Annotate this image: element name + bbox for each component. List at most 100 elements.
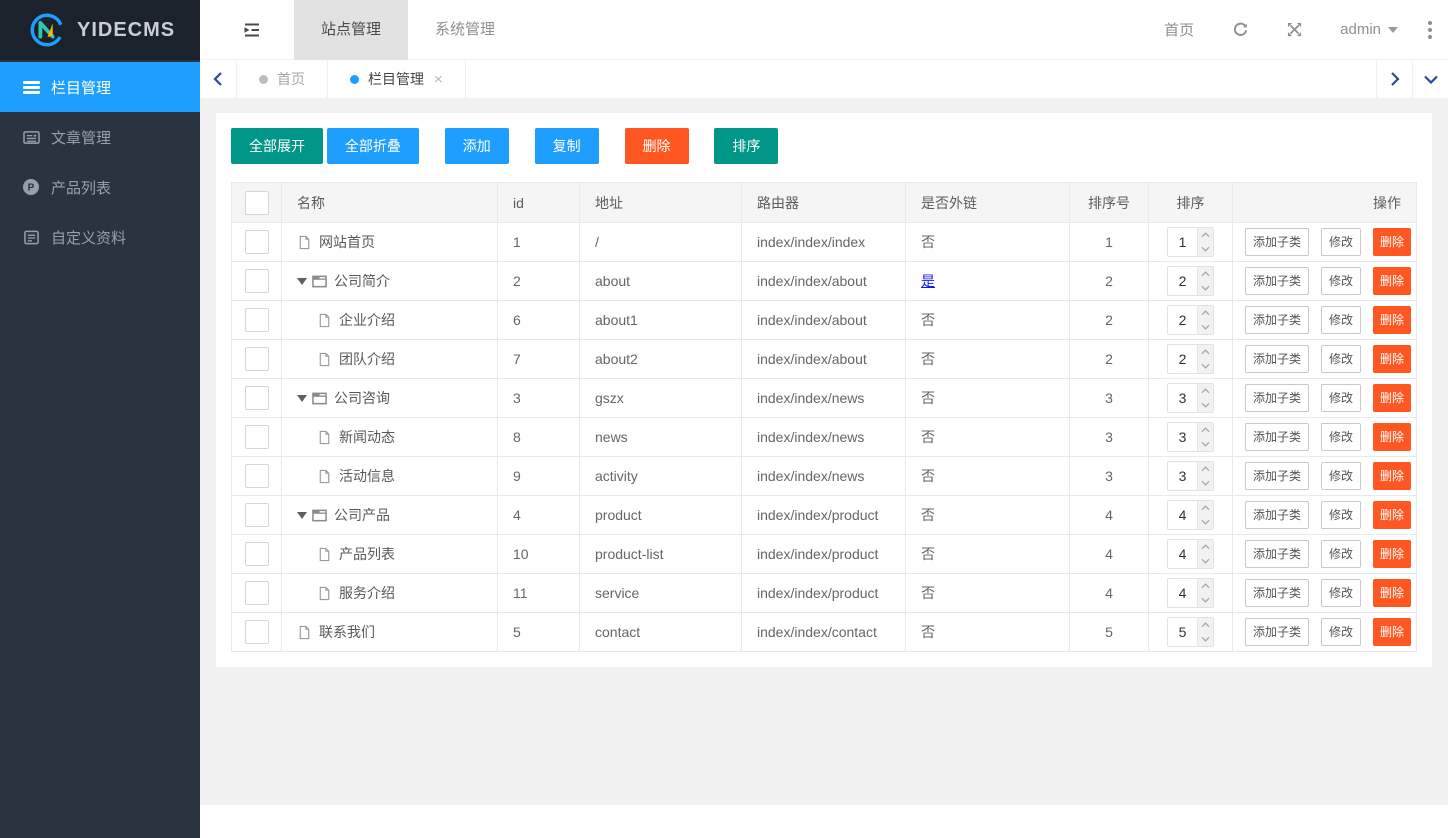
spinner-up-icon[interactable] — [1198, 384, 1213, 398]
row-checkbox[interactable] — [245, 425, 269, 449]
edit-button[interactable]: 修改 — [1321, 618, 1361, 646]
add-child-button[interactable]: 添加子类 — [1245, 462, 1309, 490]
spinner-up-icon[interactable] — [1198, 501, 1213, 515]
spinner-down-icon[interactable] — [1198, 359, 1213, 373]
expand-all-button[interactable]: 全部展开 — [231, 128, 323, 164]
app-logo[interactable]: YIDECMS — [0, 0, 200, 60]
add-child-button[interactable]: 添加子类 — [1245, 267, 1309, 295]
user-menu[interactable]: admin — [1340, 21, 1398, 38]
edit-button[interactable]: 修改 — [1321, 345, 1361, 373]
spinner-down-icon[interactable] — [1198, 476, 1213, 490]
more-options-icon[interactable] — [1428, 21, 1432, 39]
spinner-up-icon[interactable] — [1198, 423, 1213, 437]
sort-spinner[interactable]: 2 — [1167, 266, 1214, 296]
spinner-down-icon[interactable] — [1198, 398, 1213, 412]
spinner-down-icon[interactable] — [1198, 632, 1213, 646]
sidebar-item-custom-data[interactable]: 自定义资料 — [0, 212, 200, 262]
spinner-down-icon[interactable] — [1198, 242, 1213, 256]
delete-row-button[interactable]: 删除 — [1373, 423, 1411, 451]
sort-spinner[interactable]: 3 — [1167, 461, 1214, 491]
sidebar-item-product-list[interactable]: P 产品列表 — [0, 162, 200, 212]
add-child-button[interactable]: 添加子类 — [1245, 228, 1309, 256]
row-checkbox[interactable] — [245, 503, 269, 527]
tab-home[interactable]: 首页 — [237, 60, 328, 98]
edit-button[interactable]: 修改 — [1321, 540, 1361, 568]
add-child-button[interactable]: 添加子类 — [1245, 579, 1309, 607]
sort-spinner[interactable]: 1 — [1167, 227, 1214, 257]
row-checkbox[interactable] — [245, 230, 269, 254]
spinner-down-icon[interactable] — [1198, 281, 1213, 295]
spinner-up-icon[interactable] — [1198, 618, 1213, 632]
spinner-up-icon[interactable] — [1198, 540, 1213, 554]
tab-category-manage[interactable]: 栏目管理 × — [328, 60, 466, 98]
edit-button[interactable]: 修改 — [1321, 423, 1361, 451]
collapse-all-button[interactable]: 全部折叠 — [327, 128, 419, 164]
edit-button[interactable]: 修改 — [1321, 384, 1361, 412]
sidebar-item-article-manage[interactable]: 文章管理 — [0, 112, 200, 162]
tabs-scroll-right-icon[interactable] — [1376, 60, 1412, 98]
delete-button[interactable]: 删除 — [625, 128, 689, 164]
spinner-down-icon[interactable] — [1198, 515, 1213, 529]
delete-row-button[interactable]: 删除 — [1373, 540, 1411, 568]
spinner-up-icon[interactable] — [1198, 306, 1213, 320]
topnav-system-manage[interactable]: 系统管理 — [408, 0, 522, 60]
sort-spinner[interactable]: 3 — [1167, 383, 1214, 413]
spinner-down-icon[interactable] — [1198, 320, 1213, 334]
refresh-icon[interactable] — [1232, 21, 1249, 38]
sort-spinner[interactable]: 4 — [1167, 578, 1214, 608]
collapse-arrow-icon[interactable] — [297, 512, 307, 524]
add-child-button[interactable]: 添加子类 — [1245, 384, 1309, 412]
edit-button[interactable]: 修改 — [1321, 306, 1361, 334]
delete-row-button[interactable]: 删除 — [1373, 501, 1411, 529]
spinner-up-icon[interactable] — [1198, 345, 1213, 359]
delete-row-button[interactable]: 删除 — [1373, 579, 1411, 607]
add-child-button[interactable]: 添加子类 — [1245, 618, 1309, 646]
sort-spinner[interactable]: 2 — [1167, 344, 1214, 374]
home-link[interactable]: 首页 — [1164, 19, 1194, 40]
delete-row-button[interactable]: 删除 — [1373, 618, 1411, 646]
sort-button[interactable]: 排序 — [714, 128, 778, 164]
tabs-scroll-left-icon[interactable] — [200, 60, 237, 98]
select-all-checkbox[interactable] — [245, 191, 269, 215]
add-child-button[interactable]: 添加子类 — [1245, 423, 1309, 451]
delete-row-button[interactable]: 删除 — [1373, 228, 1411, 256]
edit-button[interactable]: 修改 — [1321, 579, 1361, 607]
delete-row-button[interactable]: 删除 — [1373, 384, 1411, 412]
delete-row-button[interactable]: 删除 — [1373, 267, 1411, 295]
sort-spinner[interactable]: 5 — [1167, 617, 1214, 647]
row-checkbox[interactable] — [245, 581, 269, 605]
add-child-button[interactable]: 添加子类 — [1245, 501, 1309, 529]
row-checkbox[interactable] — [245, 308, 269, 332]
add-button[interactable]: 添加 — [445, 128, 509, 164]
fullscreen-icon[interactable] — [1287, 22, 1302, 37]
topnav-site-manage[interactable]: 站点管理 — [294, 0, 408, 60]
sort-spinner[interactable]: 2 — [1167, 305, 1214, 335]
delete-row-button[interactable]: 删除 — [1373, 345, 1411, 373]
sidebar-item-category-manage[interactable]: 栏目管理 — [0, 62, 200, 112]
spinner-down-icon[interactable] — [1198, 554, 1213, 568]
collapse-arrow-icon[interactable] — [297, 278, 307, 290]
edit-button[interactable]: 修改 — [1321, 267, 1361, 295]
row-checkbox[interactable] — [245, 620, 269, 644]
collapse-arrow-icon[interactable] — [297, 395, 307, 407]
external-link[interactable]: 是 — [921, 273, 935, 289]
sort-spinner[interactable]: 4 — [1167, 539, 1214, 569]
row-checkbox[interactable] — [245, 542, 269, 566]
close-tab-icon[interactable]: × — [434, 72, 443, 87]
edit-button[interactable]: 修改 — [1321, 462, 1361, 490]
collapse-sidebar-icon[interactable] — [240, 0, 264, 60]
add-child-button[interactable]: 添加子类 — [1245, 540, 1309, 568]
spinner-up-icon[interactable] — [1198, 462, 1213, 476]
spinner-up-icon[interactable] — [1198, 579, 1213, 593]
copy-button[interactable]: 复制 — [535, 128, 599, 164]
delete-row-button[interactable]: 删除 — [1373, 306, 1411, 334]
row-checkbox[interactable] — [245, 269, 269, 293]
row-checkbox[interactable] — [245, 347, 269, 371]
spinner-up-icon[interactable] — [1198, 228, 1213, 242]
spinner-up-icon[interactable] — [1198, 267, 1213, 281]
tabs-menu-icon[interactable] — [1412, 60, 1448, 98]
sort-spinner[interactable]: 3 — [1167, 422, 1214, 452]
row-checkbox[interactable] — [245, 386, 269, 410]
spinner-down-icon[interactable] — [1198, 437, 1213, 451]
edit-button[interactable]: 修改 — [1321, 228, 1361, 256]
